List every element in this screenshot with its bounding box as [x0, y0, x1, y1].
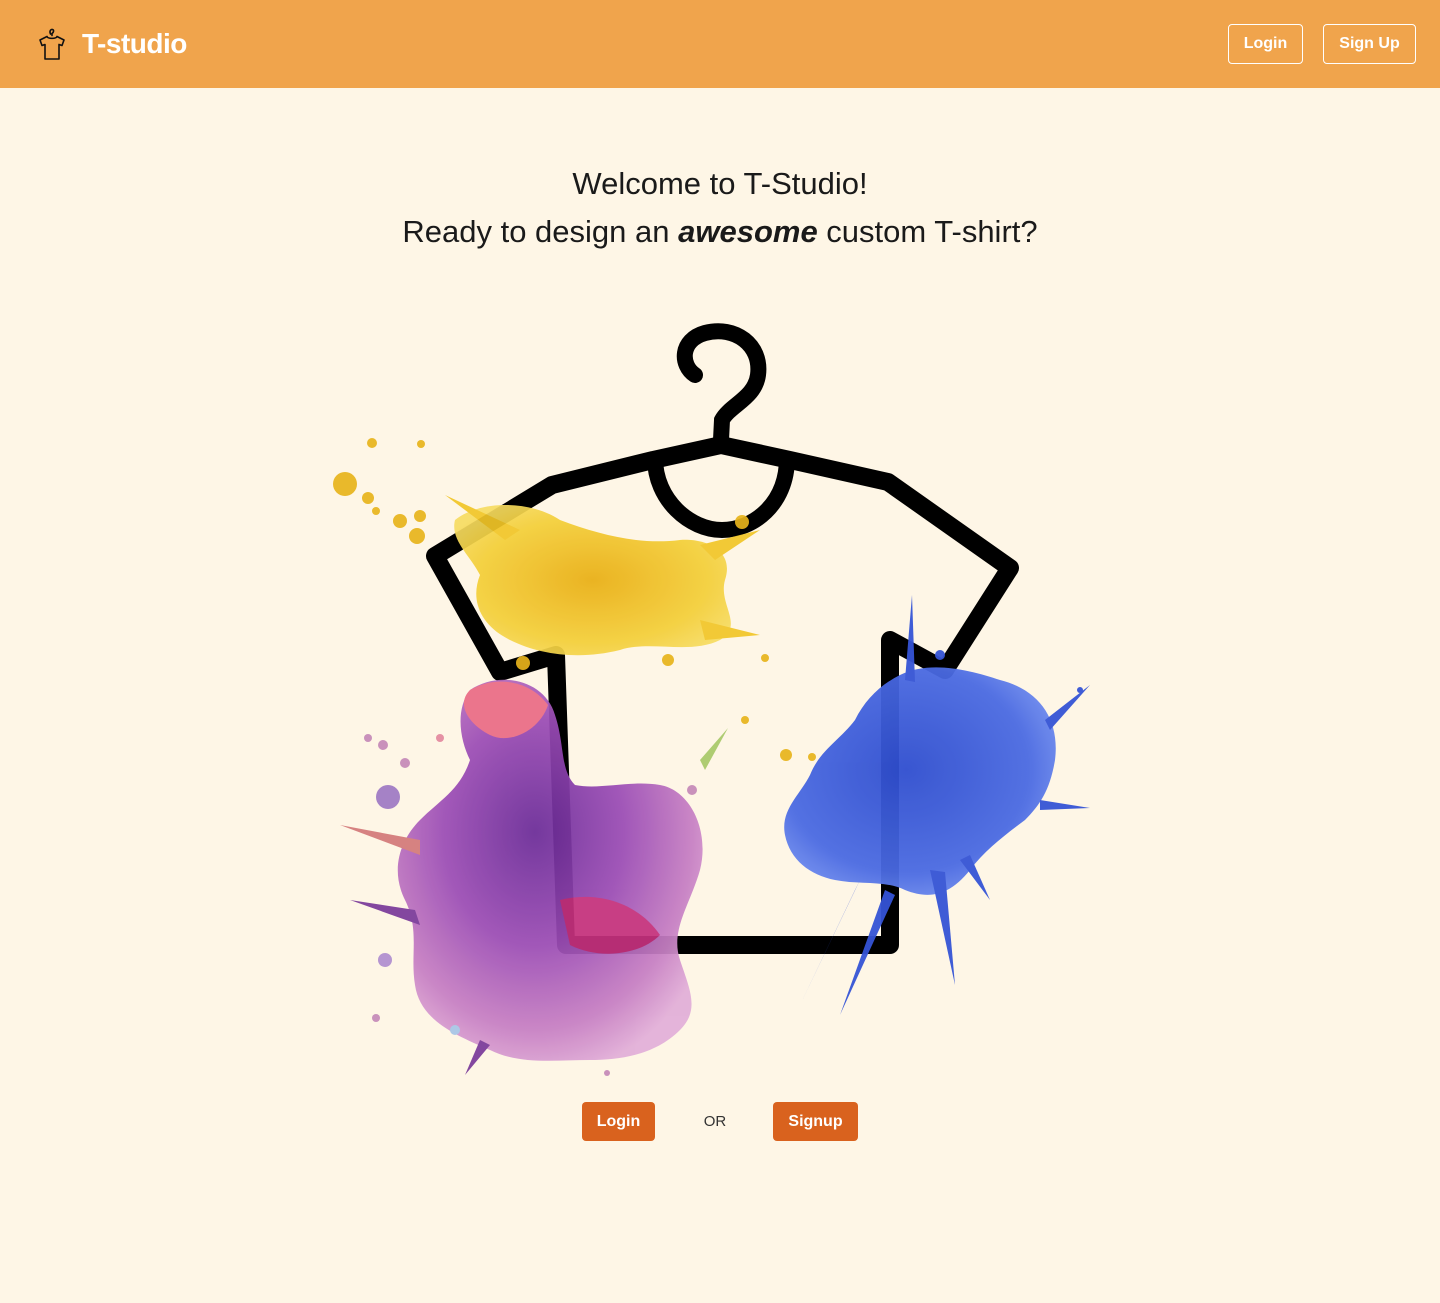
or-separator: OR	[703, 1113, 727, 1130]
cta-login-button[interactable]: Login	[582, 1102, 655, 1141]
header-login-button[interactable]: Login	[1228, 24, 1303, 64]
tagline-suffix: custom T-shirt?	[817, 214, 1038, 249]
hero-illustration	[320, 320, 1100, 1090]
top-navbar: T-studio Login Sign Up	[0, 0, 1440, 88]
cta-signup-button[interactable]: Signup	[773, 1102, 858, 1141]
brand-name: T-studio	[82, 28, 187, 59]
tshirt-on-hanger-paint-splash-icon	[333, 323, 1090, 1076]
welcome-heading: Welcome to T-Studio!	[572, 166, 868, 201]
brand-logo-link[interactable]: T-studio	[36, 26, 187, 62]
tagline-prefix: Ready to design an	[402, 214, 679, 249]
tshirt-hanger-icon	[36, 26, 68, 62]
tagline-heading: Ready to design an awesome custom T-shir…	[0, 214, 1440, 250]
tagline-emphasis: awesome	[678, 214, 818, 249]
header-signup-button[interactable]: Sign Up	[1323, 24, 1416, 64]
